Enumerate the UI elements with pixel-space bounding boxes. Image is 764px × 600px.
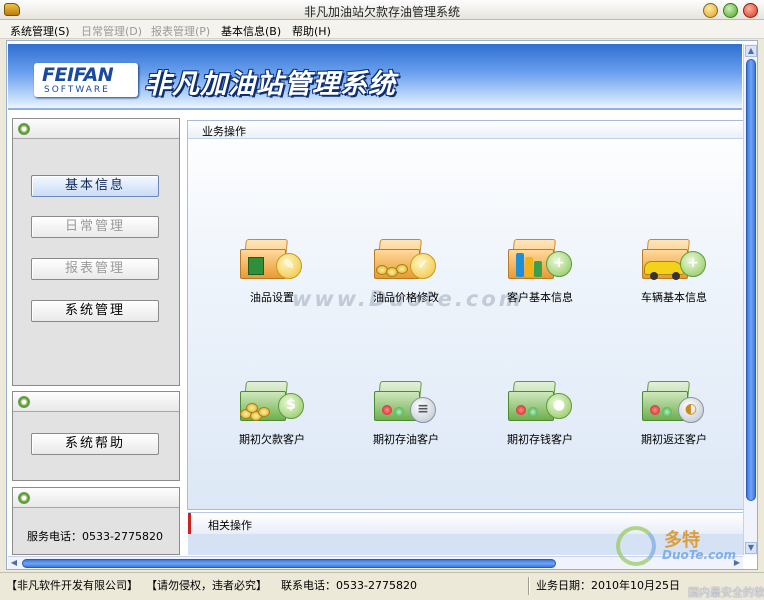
op-label: 期初返还客户 bbox=[641, 433, 707, 446]
status-company: 【非凡软件开发有限公司】 bbox=[6, 579, 138, 592]
scroll-left-arrow-icon[interactable]: ◀ bbox=[8, 558, 20, 569]
logo-subtext: SOFTWARE bbox=[44, 85, 110, 95]
op-vehicle-info[interactable]: + 车辆基本信息 bbox=[624, 233, 724, 305]
op-opening-oil-deposit-customers[interactable]: ≡ 期初存油客户 bbox=[356, 375, 456, 447]
menu-system[interactable]: 系统管理(S) bbox=[10, 23, 70, 39]
menu-daily[interactable]: 日常管理(D) bbox=[81, 23, 142, 39]
duote-logo-url: DuoTe.com bbox=[662, 548, 736, 562]
business-operations-header: 业务操作 bbox=[188, 121, 743, 139]
help-panel: 系统帮助 bbox=[12, 391, 180, 481]
menu-help[interactable]: 帮助(H) bbox=[292, 23, 331, 39]
op-label: 油品价格修改 bbox=[373, 291, 439, 304]
opening-refund-icon: ◐ bbox=[638, 375, 710, 427]
business-operations-panel: 业务操作 www.Duote.com ✎ 油品设置 ✓ 油品价格修改 + 客户基… bbox=[187, 120, 744, 510]
op-oil-price-change[interactable]: ✓ 油品价格修改 bbox=[356, 233, 456, 305]
scroll-up-arrow-icon[interactable]: ▲ bbox=[745, 45, 757, 57]
section-marker bbox=[188, 513, 191, 535]
opening-money-deposit-icon: ● bbox=[504, 375, 576, 427]
status-business-date: 业务日期：2010年10月25日 bbox=[536, 579, 680, 592]
status-phone: 联系电话：0533-2775820 bbox=[281, 579, 417, 592]
vehicle-info-icon: + bbox=[638, 233, 710, 285]
system-help-button[interactable]: 系统帮助 bbox=[31, 433, 159, 455]
op-opening-debt-customers[interactable]: $ 期初欠款客户 bbox=[222, 375, 322, 447]
op-label: 车辆基本信息 bbox=[641, 291, 707, 304]
close-button[interactable] bbox=[743, 3, 758, 18]
window-title: 非凡加油站欠款存油管理系统 bbox=[303, 5, 460, 19]
vertical-scroll-thumb[interactable] bbox=[746, 59, 756, 501]
service-panel-header bbox=[13, 488, 179, 508]
service-panel: 服务电话：0533-2775820 bbox=[12, 487, 180, 555]
banner: FEIFAN SOFTWARE 非凡加油站管理系统 bbox=[8, 44, 742, 110]
status-bar: 【非凡软件开发有限公司】 【请勿侵权，违者必究】 联系电话：0533-27758… bbox=[0, 572, 764, 600]
related-operations-title: 相关操作 bbox=[208, 519, 252, 532]
op-label: 期初欠款客户 bbox=[239, 433, 305, 446]
op-label: 期初存钱客户 bbox=[507, 433, 573, 446]
oil-price-icon: ✓ bbox=[370, 233, 442, 285]
status-watermark-text: 国内最安全的软件站 bbox=[688, 586, 764, 599]
nav-daily-management-button[interactable]: 日常管理 bbox=[31, 216, 159, 238]
service-phone: 服务电话：0533-2775820 bbox=[27, 530, 163, 543]
opening-oil-deposit-icon: ≡ bbox=[370, 375, 442, 427]
business-operations-title: 业务操作 bbox=[202, 125, 246, 138]
menu-basic-info[interactable]: 基本信息(B) bbox=[221, 23, 281, 39]
customer-info-icon: + bbox=[504, 233, 576, 285]
oil-product-icon: ✎ bbox=[236, 233, 308, 285]
panel-bullet-icon bbox=[18, 492, 30, 504]
panel-bullet-icon bbox=[18, 123, 30, 135]
nav-basic-info-button[interactable]: 基本信息 bbox=[31, 175, 159, 197]
nav-report-management-button[interactable]: 报表管理 bbox=[31, 258, 159, 280]
horizontal-scroll-thumb[interactable] bbox=[22, 559, 556, 568]
status-separator bbox=[528, 577, 530, 595]
help-panel-header bbox=[13, 392, 179, 412]
feifan-logo: FEIFAN SOFTWARE bbox=[34, 63, 138, 97]
op-customer-info[interactable]: + 客户基本信息 bbox=[490, 233, 590, 305]
opening-debt-icon: $ bbox=[236, 375, 308, 427]
op-opening-refund-customers[interactable]: ◐ 期初返还客户 bbox=[624, 375, 724, 447]
menu-reports[interactable]: 报表管理(P) bbox=[151, 23, 210, 39]
maximize-button[interactable] bbox=[723, 3, 738, 18]
op-opening-money-deposit-customers[interactable]: ● 期初存钱客户 bbox=[490, 375, 590, 447]
nav-panel-header bbox=[13, 119, 179, 139]
banner-title: 非凡加油站管理系统 bbox=[144, 69, 396, 100]
panel-bullet-icon bbox=[18, 396, 30, 408]
nav-panel: 基本信息 日常管理 报表管理 系统管理 bbox=[12, 118, 180, 386]
nav-system-management-button[interactable]: 系统管理 bbox=[31, 300, 159, 322]
status-notice: 【请勿侵权，违者必究】 bbox=[146, 579, 267, 592]
logo-text: FEIFAN bbox=[42, 64, 114, 86]
op-label: 期初存油客户 bbox=[373, 433, 439, 446]
vertical-scrollbar[interactable]: ▲ ▼ bbox=[743, 44, 757, 555]
op-label: 油品设置 bbox=[250, 291, 294, 304]
op-label: 客户基本信息 bbox=[507, 291, 573, 304]
title-bar[interactable]: 非凡加油站欠款存油管理系统 bbox=[0, 0, 764, 20]
menu-bar: 系统管理(S) 日常管理(D) 报表管理(P) 基本信息(B) 帮助(H) bbox=[0, 20, 764, 39]
duote-ring-icon bbox=[616, 526, 656, 566]
minimize-button[interactable] bbox=[703, 3, 718, 18]
op-oil-product-settings[interactable]: ✎ 油品设置 bbox=[222, 233, 322, 305]
